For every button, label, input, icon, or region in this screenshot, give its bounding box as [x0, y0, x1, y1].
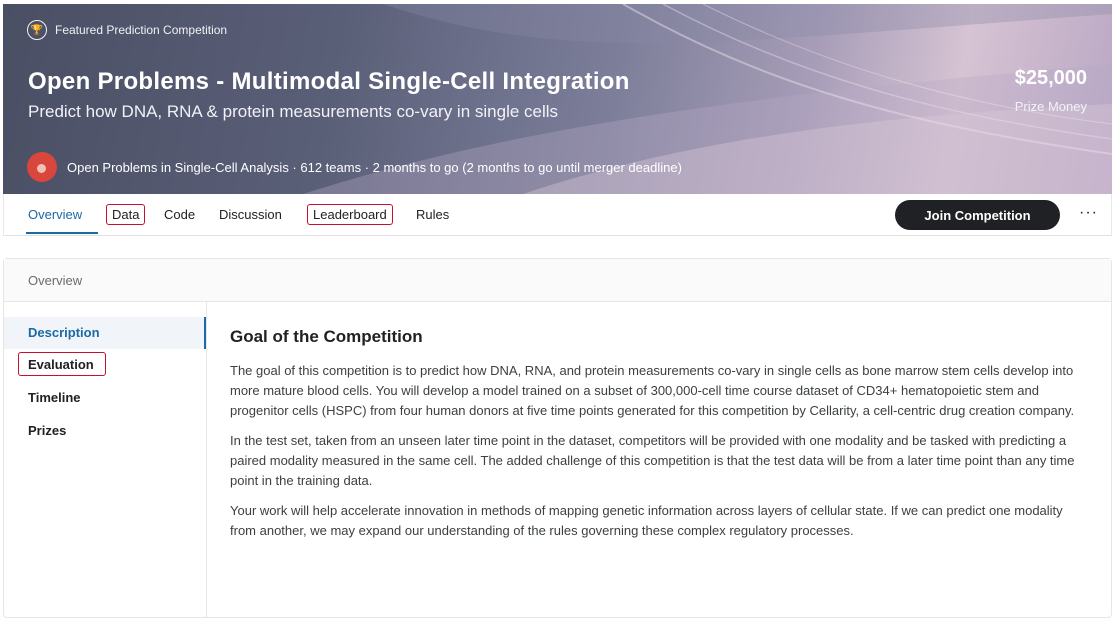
- description-paragraph: The goal of this competition is to predi…: [230, 363, 1075, 418]
- join-competition-button[interactable]: Join Competition: [895, 200, 1060, 230]
- competition-header: 🏆 Featured Prediction Competition Open P…: [3, 4, 1112, 194]
- section-title: Goal of the Competition: [230, 327, 423, 346]
- competition-subtitle: Predict how DNA, RNA & protein measureme…: [28, 102, 559, 121]
- active-tab-indicator: [26, 232, 98, 234]
- tab-leaderboard[interactable]: Leaderboard: [307, 204, 393, 225]
- host-info[interactable]: Open Problems in Single-Cell Analysis · …: [67, 160, 682, 175]
- tab-overview[interactable]: Overview: [28, 207, 82, 222]
- tab-code[interactable]: Code: [164, 207, 195, 222]
- overview-content: Goal of the Competition The goal of this…: [230, 301, 1090, 541]
- prize-amount: $25,000: [1014, 67, 1087, 89]
- competition-title: Open Problems - Multimodal Single-Cell I…: [28, 68, 630, 95]
- competition-type-badge: 🏆 Featured Prediction Competition: [27, 20, 227, 40]
- description-paragraph: In the test set, taken from an unseen la…: [230, 433, 1075, 488]
- trophy-icon: 🏆: [27, 20, 47, 40]
- tab-data[interactable]: Data: [106, 204, 146, 225]
- sidebar-item-timeline[interactable]: Timeline: [28, 390, 81, 405]
- competition-tabs: Overview Data Code Discussion Leaderboar…: [3, 194, 1112, 236]
- prize-label: Prize Money: [1014, 99, 1087, 114]
- overview-sidebar: Description Evaluation Timeline Prizes: [4, 301, 207, 617]
- overview-card-heading: Overview: [4, 259, 1111, 302]
- overview-card: Overview Description Evaluation Timeline…: [3, 258, 1112, 618]
- sidebar-item-prizes[interactable]: Prizes: [28, 423, 66, 438]
- sidebar-active-indicator: [204, 317, 206, 349]
- competition-type-label: Featured Prediction Competition: [55, 23, 228, 37]
- tab-rules[interactable]: Rules: [416, 207, 449, 222]
- sidebar-item-description[interactable]: Description: [28, 325, 100, 340]
- host-row: Open Problems in Single-Cell Analysis · …: [27, 152, 682, 182]
- more-options-icon[interactable]: ···: [1079, 204, 1098, 222]
- description-paragraph: Your work will help accelerate innovatio…: [230, 503, 1063, 538]
- tab-discussion[interactable]: Discussion: [219, 207, 282, 222]
- host-logo-icon[interactable]: [27, 152, 57, 182]
- sidebar-item-evaluation[interactable]: Evaluation: [28, 357, 94, 372]
